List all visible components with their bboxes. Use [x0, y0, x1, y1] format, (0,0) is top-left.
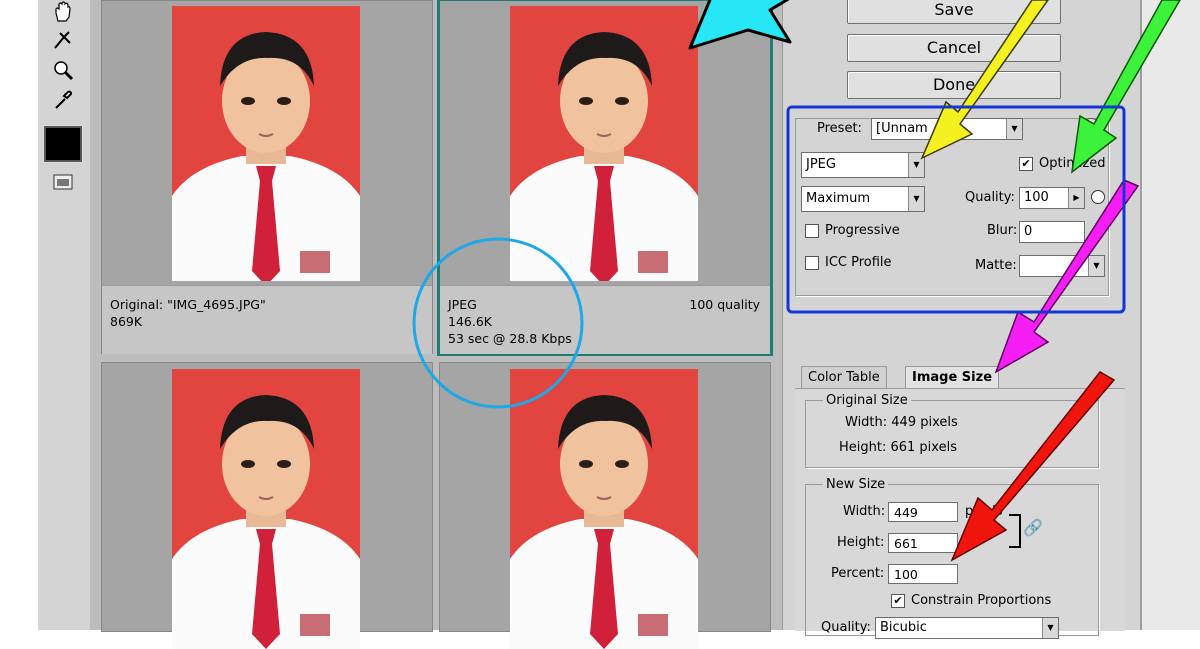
eyedropper-icon[interactable]: [48, 88, 78, 112]
save-button[interactable]: Save: [847, 0, 1061, 24]
tab-image-size[interactable]: Image Size: [905, 366, 1000, 389]
original-size-group: [805, 400, 1099, 468]
quality-value: 100: [1024, 190, 1049, 205]
chevron-down-icon: ▼: [908, 187, 924, 211]
done-button[interactable]: Done: [847, 71, 1061, 99]
format-value: JPEG: [806, 157, 836, 172]
preview-toggle-icon[interactable]: [48, 170, 78, 194]
portrait-photo: [510, 369, 698, 649]
optimized-checkbox[interactable]: ✔: [1019, 157, 1033, 171]
window-edge: [1140, 0, 1200, 630]
original-preview-pane[interactable]: Original: "IMG_4695.JPG" 869K: [101, 0, 433, 354]
chevron-down-icon: ▼: [1006, 119, 1022, 139]
resample-quality-label: Quality:: [821, 620, 871, 635]
original-filename: Original: "IMG_4695.JPG": [110, 297, 266, 312]
chevron-down-icon: ▼: [908, 153, 924, 177]
optimized-preview-pane[interactable]: JPEG 100 quality 146.6K 53 sec @ 28.8 Kb…: [437, 0, 773, 356]
icc-profile-label: ICC Profile: [825, 255, 892, 270]
blur-label: Blur:: [987, 223, 1018, 238]
resample-quality-dropdown[interactable]: Bicubic ▼: [875, 617, 1059, 639]
optimized-label: Optimized: [1039, 156, 1106, 171]
quality-label: 100 quality: [689, 297, 760, 312]
zoom-icon[interactable]: [48, 58, 78, 82]
chevron-down-icon: ▼: [1088, 256, 1104, 276]
chain-link-icon: 🔗: [1023, 518, 1043, 537]
original-info-bar: Original: "IMG_4695.JPG" 869K: [102, 285, 432, 354]
matte-label: Matte:: [975, 258, 1017, 273]
compression-quality-dropdown[interactable]: Maximum ▼: [801, 186, 925, 212]
save-for-web-window: Original: "IMG_4695.JPG" 869K JPEG 100 q…: [0, 0, 1200, 649]
preview-area: Original: "IMG_4695.JPG" 869K JPEG 100 q…: [90, 0, 782, 649]
percent-input[interactable]: 100: [888, 564, 958, 584]
progressive-label: Progressive: [825, 223, 900, 238]
eyedropper-color-swatch[interactable]: [43, 125, 83, 163]
tab-color-table[interactable]: Color Table: [801, 366, 887, 389]
new-width-label: Width:: [843, 504, 886, 519]
chevron-down-icon: ▼: [1042, 618, 1058, 638]
original-width: Width: 449 pixels: [845, 415, 958, 430]
original-filesize: 869K: [110, 314, 143, 329]
optimize-by-mask-icon[interactable]: [1091, 190, 1105, 204]
resample-quality-value: Bicubic: [880, 620, 927, 635]
constrain-proportions-checkbox[interactable]: ✔: [891, 594, 905, 608]
progressive-checkbox[interactable]: [805, 224, 819, 238]
icc-profile-checkbox[interactable]: [805, 256, 819, 270]
portrait-photo: [172, 6, 360, 281]
chevron-right-icon[interactable]: ▶: [1068, 188, 1084, 208]
percent-label: Percent:: [831, 566, 885, 581]
settings-menu-icon[interactable]: [1081, 118, 1101, 138]
optimized-info-bar: JPEG 100 quality 146.6K 53 sec @ 28.8 Kb…: [440, 285, 770, 354]
blur-value: 0: [1024, 224, 1033, 239]
settings-panel: Save Cancel Done Preset: [Unnam ▼ JPEG ▼…: [782, 0, 1141, 639]
preview-pane-4[interactable]: [439, 362, 771, 649]
preset-dropdown[interactable]: [Unnam ▼: [871, 118, 1023, 140]
slice-select-icon[interactable]: [48, 28, 78, 52]
width-unit-label: pixels: [965, 504, 1003, 519]
original-size-title: Original Size: [823, 393, 911, 408]
blur-input[interactable]: 0: [1019, 221, 1085, 243]
compression-value: Maximum: [806, 191, 871, 206]
format-label: JPEG: [448, 297, 477, 312]
preview-pane-3[interactable]: [101, 362, 433, 649]
original-height: Height: 661 pixels: [839, 440, 957, 455]
quality-input[interactable]: 100 ▶: [1019, 187, 1085, 209]
optimized-filesize: 146.6K: [448, 314, 492, 329]
cancel-button[interactable]: Cancel: [847, 34, 1061, 62]
hand-icon[interactable]: [48, 0, 78, 24]
download-time: 53 sec @ 28.8 Kbps: [448, 331, 572, 346]
constrain-proportions-label: Constrain Proportions: [911, 593, 1052, 608]
format-dropdown[interactable]: JPEG ▼: [801, 152, 925, 178]
tool-palette: [38, 0, 91, 630]
new-width-input[interactable]: 449: [888, 502, 958, 522]
quality-field-label: Quality:: [965, 190, 1015, 205]
new-height-label: Height:: [837, 535, 885, 550]
matte-dropdown[interactable]: ▼: [1019, 255, 1105, 277]
new-height-input[interactable]: 661: [888, 533, 958, 553]
portrait-photo: [510, 6, 698, 281]
portrait-photo: [172, 369, 360, 649]
new-size-title: New Size: [823, 477, 889, 492]
preset-label: Preset:: [817, 121, 862, 136]
preset-value: [Unnam: [876, 121, 928, 136]
link-bracket: [1009, 514, 1021, 548]
